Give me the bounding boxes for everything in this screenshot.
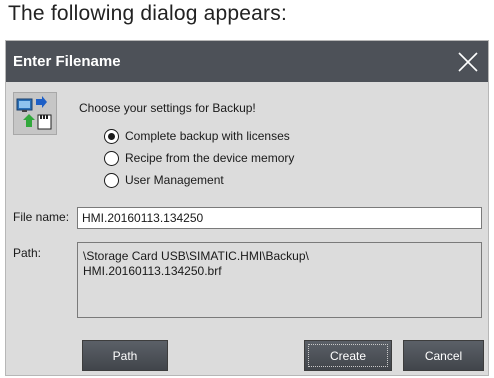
title-bar: Enter Filename [6, 41, 488, 82]
radio-button[interactable] [104, 150, 119, 166]
option-user-management[interactable]: User Management [104, 171, 224, 189]
option-label: Complete backup with licenses [125, 129, 290, 143]
close-button[interactable] [448, 41, 488, 82]
file-name-input[interactable] [77, 207, 482, 229]
backup-icon [13, 92, 57, 135]
close-icon [458, 51, 478, 72]
path-display: \Storage Card USB\SIMATIC.HMI\Backup\ HM… [77, 242, 482, 318]
path-label: Path: [13, 246, 42, 260]
option-label: Recipe from the device memory [125, 151, 295, 165]
cancel-button[interactable]: Cancel [403, 340, 484, 371]
path-button[interactable]: Path [82, 340, 168, 371]
dialog-title: Enter Filename [13, 53, 121, 70]
option-complete-backup[interactable]: Complete backup with licenses [104, 127, 290, 145]
path-line-1: \Storage Card USB\SIMATIC.HMI\Backup\ [83, 249, 309, 263]
backup-prompt: Choose your settings for Backup! [79, 101, 256, 115]
caption: The following dialog appears: [8, 2, 287, 25]
path-line-2: HMI.20160113.134250.brf [83, 264, 222, 278]
option-label: User Management [125, 173, 224, 187]
create-button[interactable]: Create [304, 340, 392, 371]
option-recipe[interactable]: Recipe from the device memory [104, 149, 294, 167]
file-name-label: File name: [13, 210, 70, 224]
enter-filename-dialog: Enter Filename Choose your settings for … [5, 40, 489, 376]
radio-button[interactable] [104, 172, 119, 188]
radio-button-selected[interactable] [104, 128, 119, 144]
